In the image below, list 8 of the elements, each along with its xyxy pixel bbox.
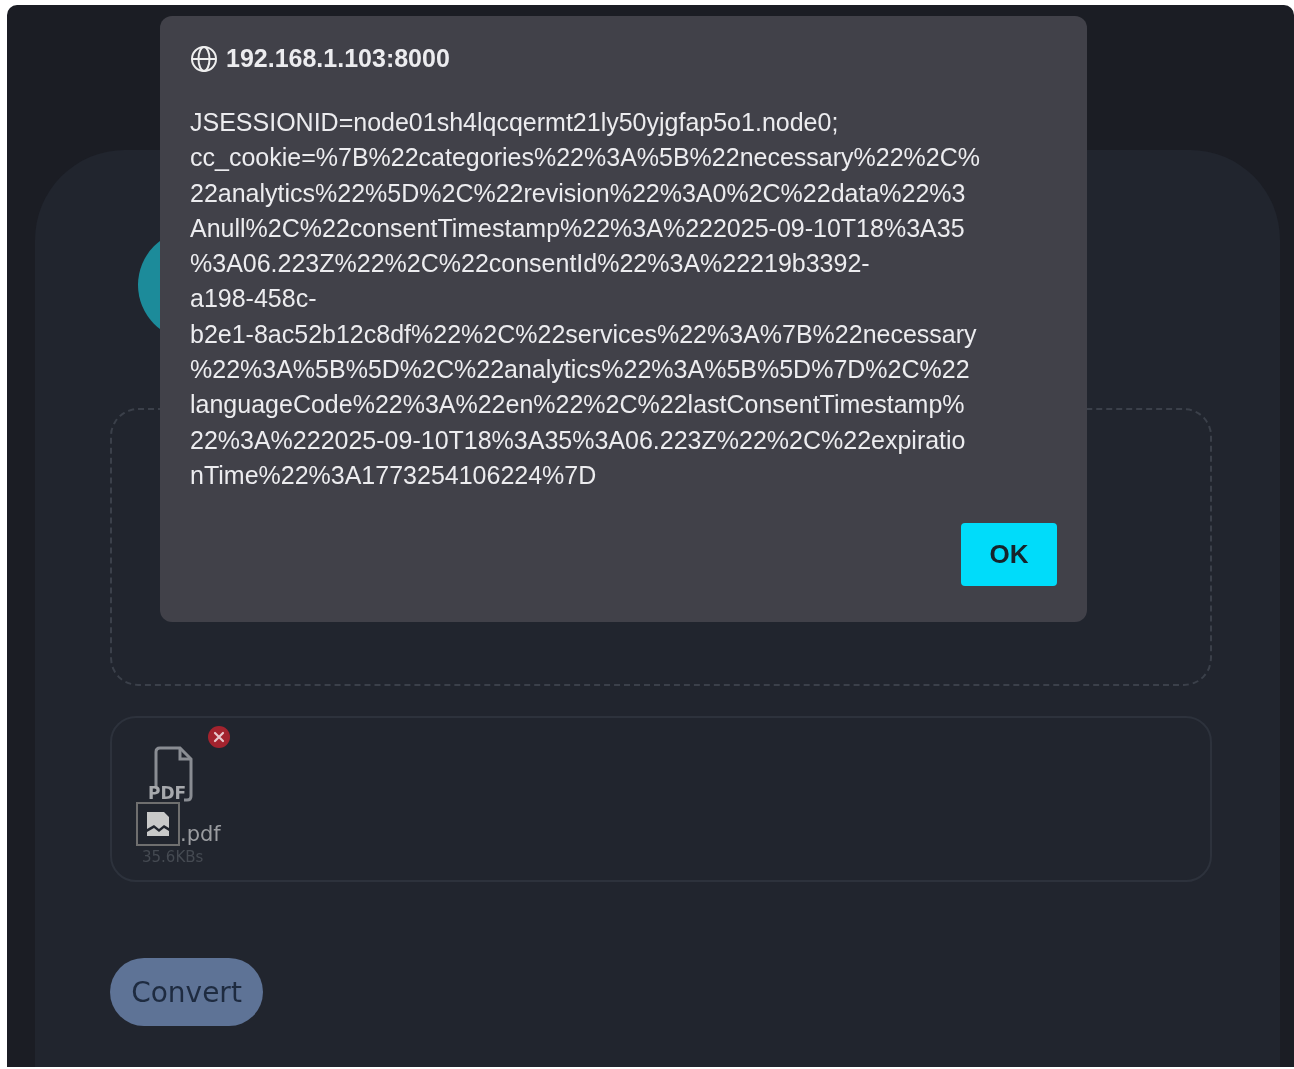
dialog-message: JSESSIONID=node01sh4lqcqermt21ly50yjgfap5o1.node0; cc_cookie=%7B%22categories%22%3A%5B%22necessary%22%2C% 22analytics%22%5D%2C%22revision%22%3A0%2C%22data%22%3 Anull%2C%22consentTimestamp%22%3A%222025-09-10T18%3A35 %3A06.223Z%22%2C%22consentId%22%3A%22219b3392- a198-458c- b2e1-8ac52b12c8df%22%2C%22services%22%3A%7B%22necessary %22%3A%5B%5D%2C%22analytics%22%3A%5B%5D%7D%2C%22 languageCode%22%3A%22en%22%2C%22lastConsentTimestamp% 22%3A%222025-09-10T18%3A35%3A06.223Z%22%2C%22expiratio nTime%22%3A1773254106224%7D bbox=[190, 107, 982, 491]
file-name: .pdf bbox=[180, 822, 221, 846]
dialog-title: 192.168.1.103:8000 bbox=[226, 44, 450, 73]
remove-icon[interactable] bbox=[208, 726, 230, 748]
ok-button[interactable]: OK bbox=[961, 523, 1057, 587]
file-type-label: PDF bbox=[148, 783, 187, 803]
broken-image-icon bbox=[136, 802, 180, 846]
globe-icon bbox=[190, 44, 218, 73]
